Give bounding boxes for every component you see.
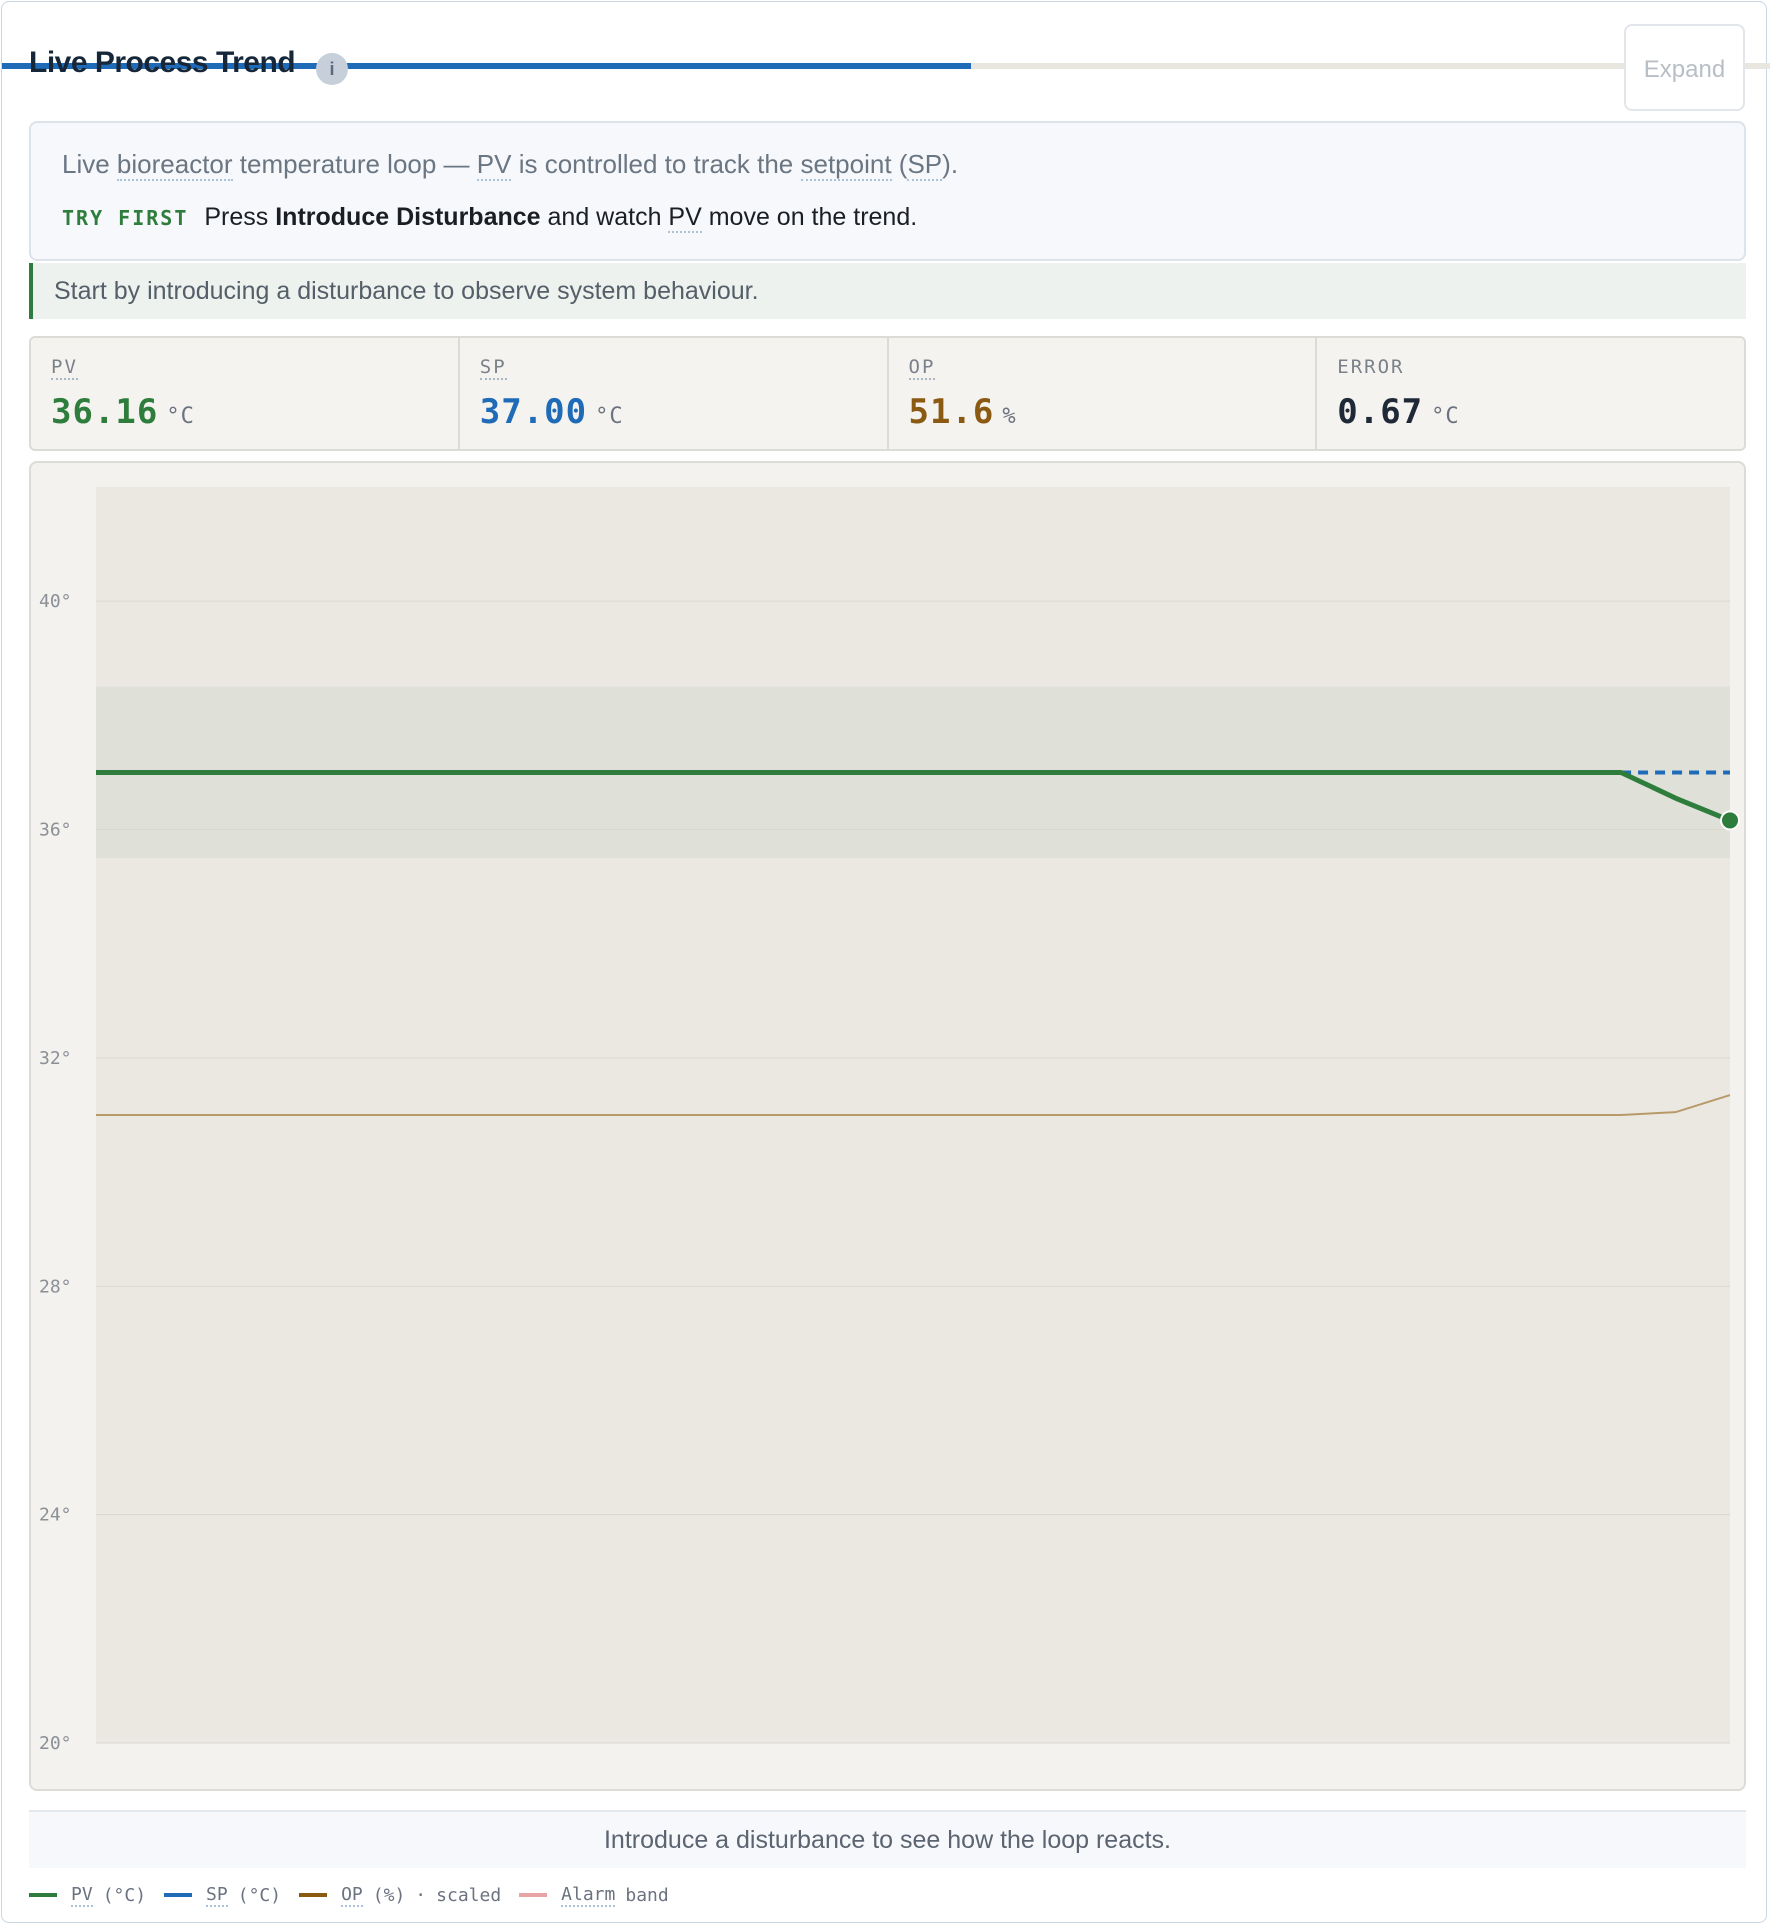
- expand-button[interactable]: Expand: [1624, 24, 1745, 111]
- legend-sp: SP (°C): [164, 1884, 281, 1907]
- stat-unit: °C: [595, 404, 624, 429]
- y-tick-label: 20°: [39, 1733, 72, 1754]
- stat-unit: %: [1002, 404, 1017, 429]
- legend-note: scaled: [436, 1884, 502, 1906]
- hint-banner: Start by introducing a disturbance to ob…: [29, 263, 1746, 319]
- legend-term[interactable]: Alarm: [561, 1884, 616, 1907]
- term-setpoint[interactable]: setpoint: [800, 149, 892, 181]
- legend-swatch-op: [299, 1893, 328, 1897]
- y-tick-label: 24°: [39, 1505, 72, 1526]
- stat-label[interactable]: PV: [51, 356, 78, 380]
- legend-note: band: [625, 1884, 669, 1906]
- try-first-tag: TRY FIRST: [62, 206, 189, 230]
- trend-chart-panel: 40° 36° 32° 28° 24° 20°: [29, 461, 1746, 1791]
- stat-unit: °C: [1431, 404, 1460, 429]
- legend-swatch-sp: [164, 1893, 193, 1897]
- stat-number: 37.00: [479, 392, 588, 432]
- stat-value: 0.67 °C: [1337, 392, 1459, 432]
- legend-pv: PV (°C): [29, 1884, 146, 1907]
- stat-value: 36.16 °C: [51, 392, 195, 432]
- stat-label: ERROR: [1337, 356, 1405, 378]
- stat-pv: PV 36.16 °C: [31, 338, 460, 449]
- try-action-name: Introduce Disturbance: [275, 203, 541, 231]
- legend-swatch-pv: [29, 1893, 57, 1897]
- try-text: and watch: [540, 203, 669, 231]
- term-pv[interactable]: PV: [476, 149, 512, 181]
- chart-legend: PV (°C) SP (°C) OP (%) · scaled Alarm ba…: [29, 1880, 687, 1910]
- stat-sp: SP 37.00 °C: [460, 338, 889, 449]
- legend-unit: (°C): [237, 1884, 282, 1906]
- intro-description: Live bioreactor temperature loop — PV is…: [62, 149, 959, 181]
- legend-alarm: Alarm band: [519, 1884, 669, 1907]
- card-title: Live Process Trend: [29, 46, 296, 79]
- intro-text: Live: [62, 149, 117, 179]
- stat-unit: °C: [166, 404, 195, 429]
- stat-number: 36.16: [51, 392, 159, 432]
- pv-current-marker: [1720, 810, 1740, 831]
- y-tick-label: 36°: [39, 820, 72, 841]
- hint-text: Start by introducing a disturbance to ob…: [54, 277, 759, 305]
- legend-term[interactable]: PV: [71, 1884, 93, 1907]
- info-icon[interactable]: i: [316, 53, 348, 85]
- term-pv[interactable]: PV: [668, 203, 702, 233]
- y-tick-label: 28°: [39, 1276, 72, 1297]
- legend-op: OP (%) · scaled: [299, 1884, 501, 1907]
- legend-swatch-alarm: [519, 1893, 548, 1897]
- y-tick-label: 32°: [39, 1048, 72, 1069]
- footer-message: Introduce a disturbance to see how the l…: [29, 1810, 1746, 1868]
- stat-value: 37.00 °C: [480, 392, 624, 432]
- intro-text: ).: [942, 149, 959, 179]
- stat-number: 0.67: [1337, 392, 1424, 432]
- try-text: Press: [204, 203, 276, 231]
- stat-error: ERROR 0.67 °C: [1317, 338, 1744, 449]
- legend-unit: (°C): [102, 1884, 147, 1906]
- try-first-row: TRY FIRST Press Introduce Disturbance and…: [62, 203, 918, 233]
- stat-label[interactable]: SP: [479, 356, 507, 380]
- stat-label[interactable]: OP: [908, 356, 936, 380]
- legend-term[interactable]: OP: [341, 1884, 363, 1907]
- trend-card: Live Process Trend i Expand Live bioreac…: [1, 1, 1770, 1923]
- intro-text: (: [891, 149, 908, 179]
- term-sp[interactable]: SP: [907, 149, 943, 181]
- trend-chart: 40° 36° 32° 28° 24° 20°: [39, 487, 1740, 1754]
- try-text: move on the trend.: [701, 203, 918, 231]
- stat-number: 51.6: [908, 392, 995, 432]
- legend-unit: (%): [372, 1884, 406, 1906]
- footer-text: Introduce a disturbance to see how the l…: [603, 1826, 1172, 1854]
- intro-text: temperature loop —: [232, 149, 477, 179]
- intro-panel: Live bioreactor temperature loop — PV is…: [29, 121, 1746, 261]
- legend-separator: ·: [415, 1884, 427, 1906]
- stat-op: OP 51.6%: [889, 338, 1318, 449]
- stat-value: 51.6%: [909, 392, 1017, 432]
- legend-term[interactable]: SP: [206, 1884, 228, 1907]
- term-bioreactor[interactable]: bioreactor: [116, 149, 233, 181]
- y-tick-label: 40°: [39, 591, 72, 612]
- stats-bar: PV 36.16 °C SP 37.00 °C OP 51.6% ERROR 0.6…: [29, 336, 1746, 451]
- intro-text: is controlled to track the: [511, 149, 801, 179]
